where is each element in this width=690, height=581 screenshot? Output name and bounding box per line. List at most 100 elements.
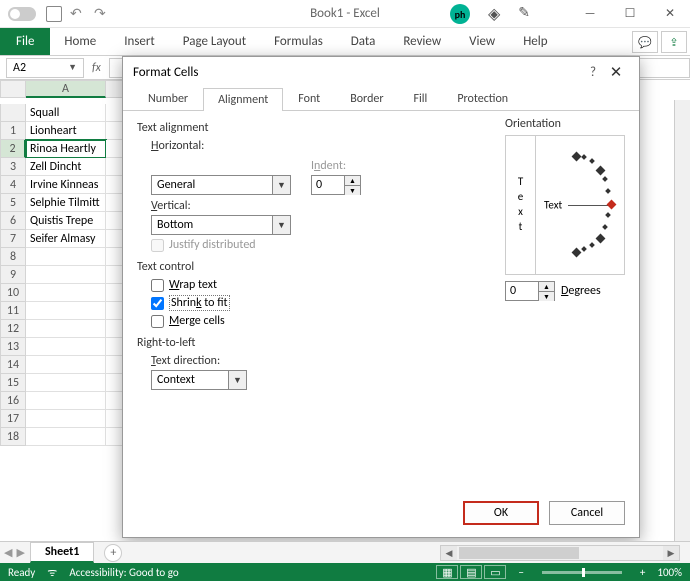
orientation-tick[interactable] bbox=[581, 154, 587, 160]
new-sheet-button[interactable]: + bbox=[104, 544, 122, 562]
row-header[interactable]: 11 bbox=[0, 302, 26, 320]
page-layout-view-icon[interactable]: ▤ bbox=[460, 565, 482, 579]
ok-button[interactable]: OK bbox=[463, 501, 539, 525]
row-header[interactable]: 7 bbox=[0, 230, 26, 248]
dlgtab-alignment[interactable]: Alignment bbox=[203, 88, 283, 111]
share-button[interactable]: ⇪ bbox=[661, 31, 687, 53]
checkbox-icon[interactable] bbox=[151, 315, 164, 328]
chevron-down-icon[interactable]: ▼ bbox=[272, 216, 290, 234]
chevron-down-icon[interactable]: ▼ bbox=[68, 62, 77, 73]
cell[interactable] bbox=[26, 338, 106, 356]
tab-page-layout[interactable]: Page Layout bbox=[169, 28, 260, 55]
autosave-toggle[interactable] bbox=[8, 7, 36, 21]
orientation-tick[interactable] bbox=[589, 242, 595, 248]
cancel-button[interactable]: Cancel bbox=[549, 501, 625, 525]
cell[interactable] bbox=[26, 320, 106, 338]
row-header[interactable]: 13 bbox=[0, 338, 26, 356]
name-box[interactable]: A2 ▼ bbox=[6, 58, 84, 78]
row-header[interactable]: 5 bbox=[0, 194, 26, 212]
vertical-combo[interactable]: Bottom ▼ bbox=[151, 215, 291, 235]
row-header[interactable]: 2 bbox=[0, 140, 26, 158]
scroll-right-icon[interactable]: ▶ bbox=[663, 546, 679, 560]
cell[interactable]: Quistis Trepe bbox=[26, 212, 106, 230]
spinner-down-icon[interactable]: ▼ bbox=[345, 186, 360, 195]
zoom-level[interactable]: 100% bbox=[657, 566, 682, 579]
tab-formulas[interactable]: Formulas bbox=[260, 28, 337, 55]
orientation-dial[interactable]: Text Text bbox=[505, 135, 625, 275]
checkbox-icon[interactable] bbox=[151, 297, 164, 310]
account-icon[interactable]: ph bbox=[450, 4, 470, 24]
cell[interactable]: Rinoa Heartly bbox=[26, 140, 106, 158]
dlgtab-protection[interactable]: Protection bbox=[442, 87, 523, 110]
row-header[interactable]: 12 bbox=[0, 320, 26, 338]
orientation-tick[interactable] bbox=[606, 200, 616, 210]
fx-icon[interactable]: fx bbox=[92, 61, 101, 75]
dialog-close-button[interactable]: ✕ bbox=[603, 63, 629, 82]
cell[interactable] bbox=[26, 428, 106, 446]
row-header[interactable]: 16 bbox=[0, 392, 26, 410]
orientation-tick[interactable] bbox=[596, 166, 606, 176]
row-header[interactable]: 3 bbox=[0, 158, 26, 176]
cell[interactable] bbox=[26, 284, 106, 302]
normal-view-icon[interactable]: ▦ bbox=[436, 565, 458, 579]
spinner-down-icon[interactable]: ▼ bbox=[539, 292, 554, 301]
orientation-tick[interactable] bbox=[596, 233, 606, 243]
zoom-slider[interactable] bbox=[542, 571, 622, 574]
close-button[interactable]: ✕ bbox=[650, 0, 690, 28]
tab-insert[interactable]: Insert bbox=[110, 28, 169, 55]
cell[interactable] bbox=[26, 374, 106, 392]
cell[interactable] bbox=[26, 266, 106, 284]
orientation-tick[interactable] bbox=[606, 213, 612, 219]
col-header-a[interactable]: A bbox=[26, 80, 106, 98]
row-header[interactable]: 10 bbox=[0, 284, 26, 302]
cell[interactable] bbox=[26, 410, 106, 428]
row-header[interactable]: 17 bbox=[0, 410, 26, 428]
cell[interactable]: Zell Dincht bbox=[26, 158, 106, 176]
row-header[interactable]: 6 bbox=[0, 212, 26, 230]
cell[interactable]: Seifer Almasy bbox=[26, 230, 106, 248]
horizontal-combo[interactable]: General ▼ bbox=[151, 175, 291, 195]
text-direction-combo[interactable]: Context ▼ bbox=[151, 370, 247, 390]
sheet-nav-next-icon[interactable]: ▶ bbox=[16, 546, 24, 559]
sheet-tab[interactable]: Sheet1 bbox=[30, 542, 94, 563]
orientation-tick[interactable] bbox=[606, 188, 612, 194]
format-painter-icon[interactable]: ✎ bbox=[518, 4, 530, 24]
tab-help[interactable]: Help bbox=[509, 28, 561, 55]
row-header[interactable]: 8 bbox=[0, 248, 26, 266]
scroll-left-icon[interactable]: ◀ bbox=[441, 546, 457, 560]
checkbox-icon[interactable] bbox=[151, 279, 164, 292]
file-tab[interactable]: File bbox=[0, 28, 50, 55]
orientation-tick[interactable] bbox=[581, 247, 587, 253]
sheet-nav-prev-icon[interactable]: ◀ bbox=[4, 546, 12, 559]
tab-home[interactable]: Home bbox=[50, 28, 110, 55]
dialog-title-bar[interactable]: Format Cells ? ✕ bbox=[123, 57, 639, 87]
status-accessibility[interactable]: Accessibility: Good to go bbox=[69, 566, 178, 579]
chevron-down-icon[interactable]: ▼ bbox=[228, 371, 246, 389]
zoom-in-button[interactable]: + bbox=[640, 566, 645, 579]
row-header[interactable]: 18 bbox=[0, 428, 26, 446]
cell[interactable]: Irvine Kinneas bbox=[26, 176, 106, 194]
row-header[interactable]: 9 bbox=[0, 266, 26, 284]
cell[interactable]: Squall bbox=[26, 104, 106, 122]
tab-view[interactable]: View bbox=[455, 28, 509, 55]
dlgtab-border[interactable]: Border bbox=[335, 87, 398, 110]
dlgtab-fill[interactable]: Fill bbox=[399, 87, 443, 110]
row-header[interactable]: 4 bbox=[0, 176, 26, 194]
maximize-button[interactable]: ☐ bbox=[610, 0, 650, 28]
spinner-up-icon[interactable]: ▲ bbox=[539, 282, 554, 292]
save-icon[interactable] bbox=[46, 6, 62, 22]
scrollbar-thumb[interactable] bbox=[459, 547, 579, 559]
zoom-out-button[interactable]: − bbox=[518, 566, 523, 579]
chevron-down-icon[interactable]: ▼ bbox=[272, 176, 290, 194]
dlgtab-number[interactable]: Number bbox=[133, 87, 203, 110]
tab-data[interactable]: Data bbox=[337, 28, 390, 55]
accessibility-icon[interactable]: ᯤ bbox=[47, 565, 57, 580]
cell[interactable] bbox=[26, 392, 106, 410]
cell[interactable]: Lionheart bbox=[26, 122, 106, 140]
premium-icon[interactable]: ◈ bbox=[488, 4, 500, 24]
orientation-tick[interactable] bbox=[602, 176, 608, 182]
comments-button[interactable]: 💬 bbox=[632, 31, 658, 53]
minimize-button[interactable]: — bbox=[570, 0, 610, 28]
degrees-spinner[interactable]: 0 ▲▼ bbox=[505, 281, 555, 301]
row-header[interactable]: 1 bbox=[0, 122, 26, 140]
